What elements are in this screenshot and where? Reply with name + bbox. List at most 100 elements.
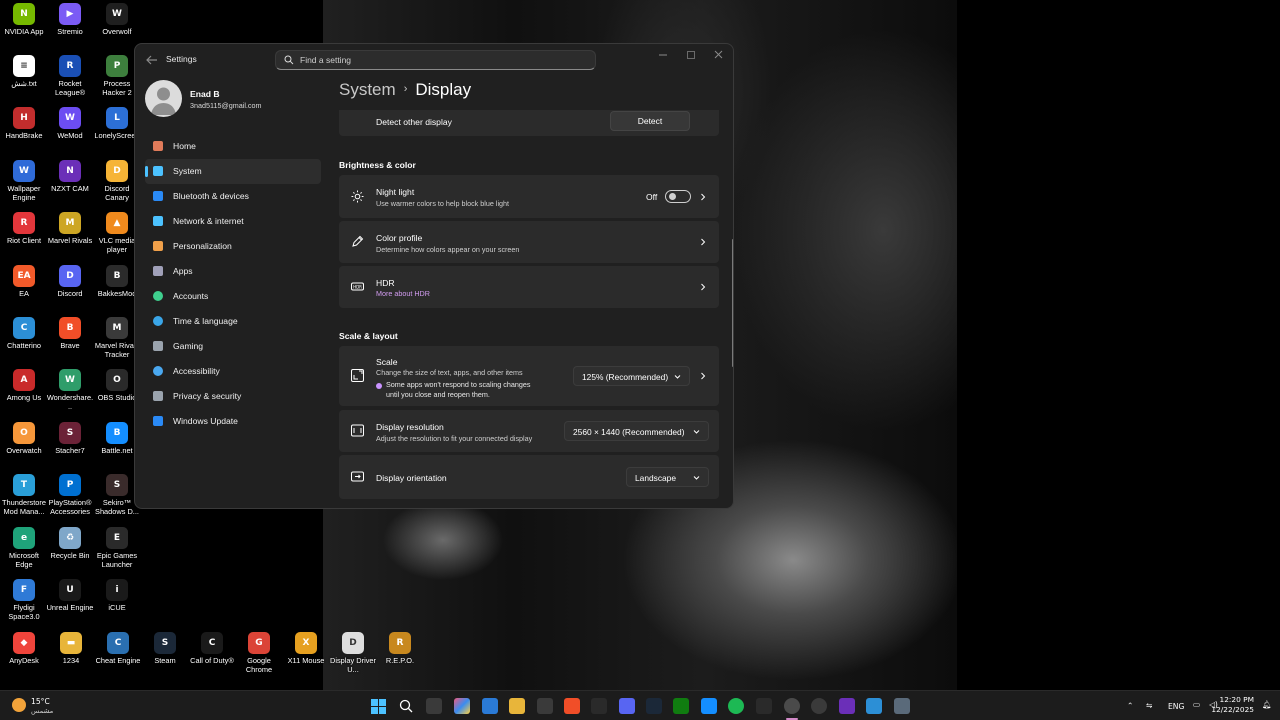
display-icon[interactable]: ▭ — [1193, 700, 1200, 709]
desktop-icon[interactable]: D Display Driver U... — [329, 632, 377, 674]
sidebar-item-network-internet[interactable]: Network & internet — [145, 209, 321, 234]
notification-bell-icon[interactable]: 🔔︎ — [1262, 700, 1272, 709]
sidebar-item-gaming[interactable]: Gaming — [145, 334, 321, 359]
orientation-dropdown[interactable]: Landscape — [626, 467, 709, 487]
desktop-icon[interactable]: G Google Chrome — [235, 632, 283, 674]
task-view-icon[interactable] — [426, 698, 442, 714]
sidebar-item-windows-update[interactable]: Windows Update — [145, 409, 321, 434]
desktop-icon[interactable]: R R.E.P.O. — [376, 632, 424, 665]
widgets-icon[interactable] — [482, 698, 498, 714]
desktop-icon-label: Stacher7 — [55, 446, 85, 455]
breadcrumb-parent[interactable]: System — [339, 80, 396, 99]
search-input[interactable] — [300, 53, 580, 67]
sidebar-item-personalization[interactable]: Personalization — [145, 234, 321, 259]
desktop-icon[interactable]: N NZXT CAM — [46, 160, 94, 193]
input-language[interactable]: ENG — [1168, 702, 1184, 711]
user-profile[interactable]: Enad B 3nad5115@gmail.com — [145, 80, 325, 118]
desktop-icon[interactable]: D Discord — [46, 265, 94, 298]
clock[interactable]: 12:20 PM 12/22/2025 — [1211, 695, 1254, 715]
desktop-icon[interactable]: W Wallpaper Engine — [0, 160, 48, 202]
desktop-icon[interactable]: H HandBrake — [0, 107, 48, 140]
sidebar-item-bluetooth-devices[interactable]: Bluetooth & devices — [145, 184, 321, 209]
game-app-icon[interactable] — [784, 698, 800, 714]
desktop-icon[interactable]: ≡ شش.txt — [0, 55, 48, 88]
steamvr-icon[interactable] — [591, 698, 607, 714]
desktop-icon[interactable]: X X11 Mouse — [282, 632, 330, 665]
detect-button[interactable]: Detect — [610, 111, 690, 131]
language-switch-icon[interactable]: ⇋ — [1146, 701, 1152, 710]
night-light-toggle[interactable] — [665, 190, 691, 203]
desktop-icon[interactable]: ▬ 1234 — [47, 632, 95, 665]
sidebar-item-accounts[interactable]: Accounts — [145, 284, 321, 309]
desktop-icon[interactable]: E Epic Games Launcher — [93, 527, 141, 569]
desktop-icon[interactable]: W Overwolf — [93, 3, 141, 36]
desktop-icon[interactable]: U Unreal Engine — [46, 579, 94, 612]
scrollbar-thumb[interactable] — [732, 239, 733, 367]
file-explorer-icon[interactable] — [509, 698, 525, 714]
start-button[interactable] — [370, 698, 386, 714]
minimize-icon[interactable] — [649, 48, 677, 62]
desktop-icon[interactable]: C Cheat Engine — [94, 632, 142, 665]
sidebar-item-home[interactable]: Home — [145, 134, 321, 159]
desktop-icon[interactable]: EA EA — [0, 265, 48, 298]
close-icon[interactable] — [705, 48, 733, 62]
terminal-icon[interactable] — [537, 698, 553, 714]
desktop-icon[interactable]: e Microsoft Edge — [0, 527, 48, 569]
media-app-icon[interactable] — [811, 698, 827, 714]
spotify-icon[interactable] — [728, 698, 744, 714]
sidebar-item-accessibility[interactable]: Accessibility — [145, 359, 321, 384]
desktop-icon[interactable]: P PlayStation® Accessories — [46, 474, 94, 516]
desktop-icon-label: Unreal Engine — [46, 603, 94, 612]
desktop-icon[interactable]: A Among Us — [0, 369, 48, 402]
brave-icon[interactable] — [564, 698, 580, 714]
desktop-icon[interactable]: T Thunderstore Mod Mana... — [0, 474, 48, 516]
desktop-icon[interactable]: i iCUE — [93, 579, 141, 612]
desktop-icon[interactable]: W WeMod — [46, 107, 94, 140]
desktop-icon[interactable]: C Call of Duty® — [188, 632, 236, 665]
sidebar-item-system[interactable]: System — [145, 159, 321, 184]
hdr-row[interactable]: HDR HDR More about HDR — [339, 266, 719, 308]
night-light-row[interactable]: Night light Use warmer colors to help bl… — [339, 175, 719, 218]
maximize-icon[interactable] — [677, 48, 705, 62]
speedometer-icon[interactable] — [756, 698, 772, 714]
display-resolution-row[interactable]: Display resolution Adjust the resolution… — [339, 410, 719, 452]
chatterino-icon[interactable] — [866, 698, 882, 714]
xbox-icon[interactable] — [673, 698, 689, 714]
sidebar-item-privacy-security[interactable]: Privacy & security — [145, 384, 321, 409]
desktop-icon[interactable]: R Rocket League® — [46, 55, 94, 97]
sidebar-item-apps[interactable]: Apps — [145, 259, 321, 284]
chevron-up-icon[interactable]: ⌃ — [1127, 701, 1133, 710]
weather-widget[interactable]: 15°C مشمس — [12, 696, 72, 716]
title-bar[interactable]: Settings — [135, 44, 733, 76]
scale-row[interactable]: Scale Change the size of text, apps, and… — [339, 346, 719, 406]
desktop-icon[interactable]: N NVIDIA App — [0, 3, 48, 36]
desktop-icon[interactable]: C Chatterino — [0, 317, 48, 350]
desktop-icon[interactable]: M Marvel Rivals — [46, 212, 94, 245]
settings-gear-icon[interactable] — [894, 698, 910, 714]
search-box[interactable] — [275, 50, 596, 70]
desktop-icon[interactable]: R Riot Client — [0, 212, 48, 245]
desktop-icon[interactable]: ▶ Stremio — [46, 3, 94, 36]
display-orientation-row[interactable]: Display orientation Landscape — [339, 455, 719, 499]
desktop-icon[interactable]: ◆ AnyDesk — [0, 632, 48, 665]
marvel-rivals-icon[interactable] — [839, 698, 855, 714]
desktop-icon[interactable]: ♻ Recycle Bin — [46, 527, 94, 560]
copilot-icon[interactable] — [454, 698, 470, 714]
discord-icon[interactable] — [619, 698, 635, 714]
taskbar-search-button[interactable] — [398, 698, 414, 714]
person-icon — [151, 87, 176, 115]
color-profile-row[interactable]: Color profile Determine how colors appea… — [339, 221, 719, 263]
steam-icon[interactable] — [646, 698, 662, 714]
desktop-icon[interactable]: F Flydigi Space3.0 — [0, 579, 48, 621]
back-arrow-icon[interactable] — [145, 53, 159, 67]
desktop-icon[interactable]: S Stacher7 — [46, 422, 94, 455]
desktop-icon[interactable]: B Brave — [46, 317, 94, 350]
resolution-dropdown[interactable]: 2560 × 1440 (Recommended) — [564, 421, 709, 441]
desktop-icon[interactable]: O Overwatch — [0, 422, 48, 455]
more-about-hdr-link[interactable]: More about HDR — [376, 289, 430, 298]
desktop-icon[interactable]: S Steam — [141, 632, 189, 665]
scale-dropdown[interactable]: 125% (Recommended) — [573, 366, 690, 386]
battle-net-icon[interactable] — [701, 698, 717, 714]
desktop-icon[interactable]: W Wondershare... — [46, 369, 94, 411]
sidebar-item-time-language[interactable]: Time & language — [145, 309, 321, 334]
